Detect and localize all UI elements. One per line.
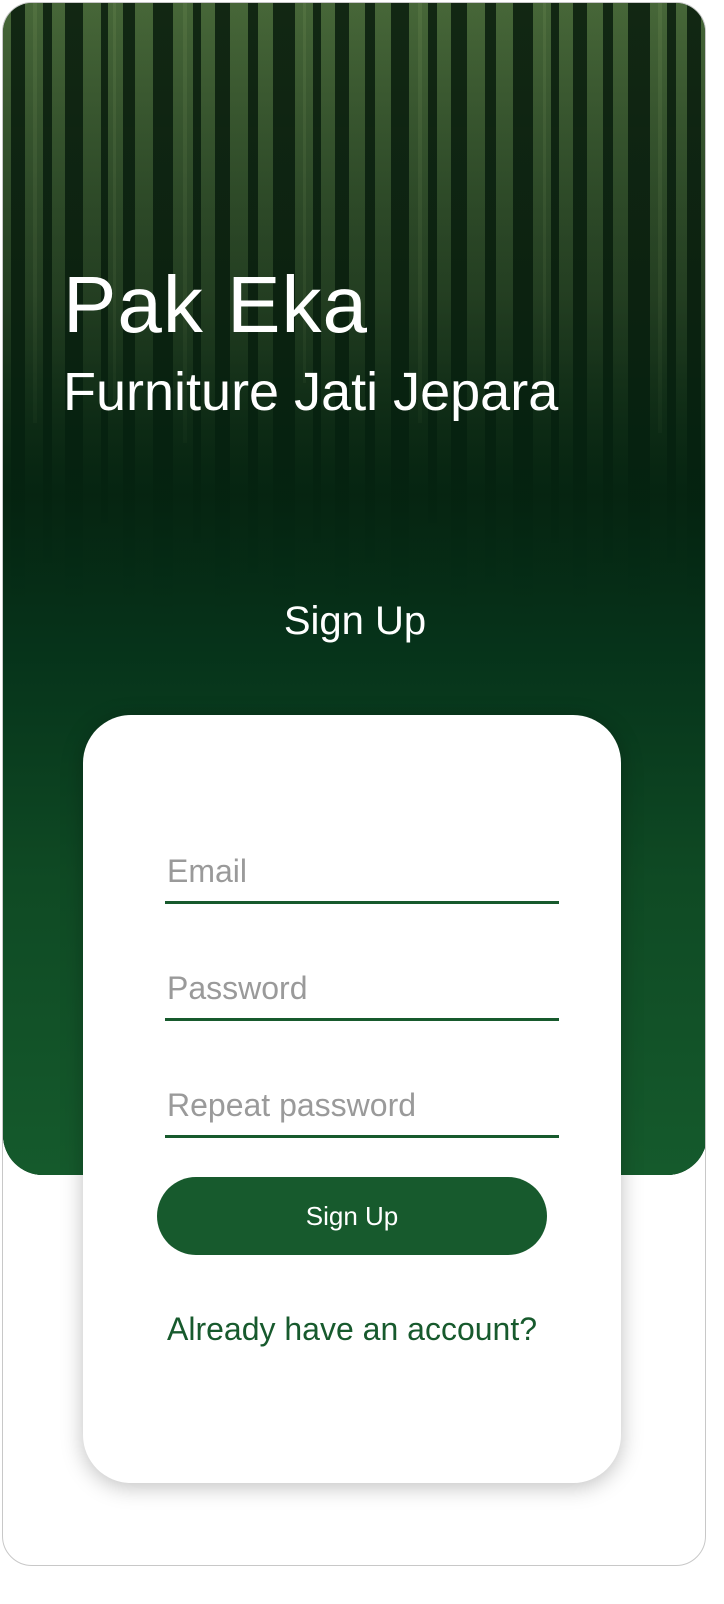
repeat-password-input[interactable] bbox=[165, 1075, 559, 1135]
brand-title: Pak Eka bbox=[63, 260, 368, 349]
password-field bbox=[165, 958, 559, 1021]
password-input[interactable] bbox=[165, 958, 559, 1018]
email-field bbox=[165, 841, 559, 904]
repeat-password-field bbox=[165, 1075, 559, 1138]
brand-subtitle: Furniture Jati Jepara bbox=[63, 362, 559, 422]
phone-frame: Pak Eka Furniture Jati Jepara Sign Up Si… bbox=[2, 2, 706, 1566]
signup-card: Sign Up Already have an account? bbox=[83, 715, 621, 1483]
email-input[interactable] bbox=[165, 841, 559, 901]
sign-up-button[interactable]: Sign Up bbox=[157, 1177, 547, 1255]
already-have-account-link[interactable]: Already have an account? bbox=[83, 1311, 621, 1348]
page-title: Sign Up bbox=[283, 599, 427, 643]
